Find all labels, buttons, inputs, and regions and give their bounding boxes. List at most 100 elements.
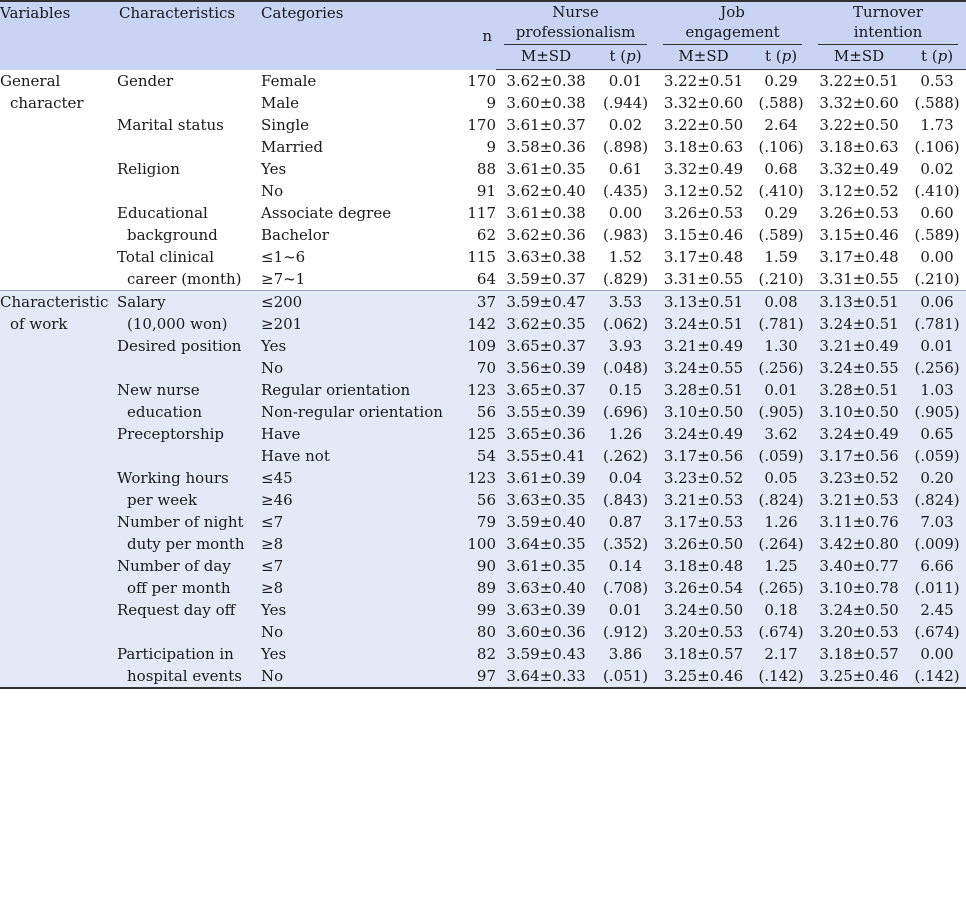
cell-line: background: [127, 226, 218, 244]
cell-line: 0.02: [920, 160, 954, 178]
cell-line: 3.62±0.35: [506, 315, 586, 333]
cell-line: 3.22±0.51: [663, 72, 744, 90]
je-msd-cell: 3.22±0.51 3.32±0.60: [655, 69, 753, 114]
n-cell: 90 89: [451, 555, 496, 599]
cell-line: Request day off: [117, 601, 236, 619]
subheader-t: t (: [609, 47, 627, 65]
ti-msd-cell: 3.17±0.48 3.31±0.55: [810, 246, 909, 291]
cell-line: 3.32±0.60: [663, 94, 744, 112]
cell-line: 1.25: [764, 557, 798, 575]
cell-line: 64: [476, 270, 496, 288]
subheader-msd: M±SD: [655, 45, 753, 70]
cell-line: 3.18±0.57: [663, 645, 744, 663]
characteristic-cell: Total clinical career (month): [117, 246, 261, 291]
ti-tp-cell: 7.03 (.009): [908, 511, 966, 555]
table-row: Participation in hospital events Yes No 82 97…: [0, 643, 966, 689]
cell-line: 3.62±0.36: [506, 226, 586, 244]
np-msd-cell: 3.59±0.40 3.64±0.35: [496, 511, 596, 555]
cell-line: ≤200: [261, 293, 303, 311]
cell-line: 3.63±0.39: [506, 601, 586, 619]
characteristic-cell: Number of night duty per month: [117, 511, 261, 555]
cell-line: ≥201: [261, 315, 303, 333]
cell-line: 3.24±0.50: [819, 601, 899, 619]
variable-cell: [0, 599, 117, 643]
cell-line: 0.53: [920, 72, 954, 90]
cell-line: (.062): [602, 315, 649, 333]
header-group-line1: Job: [720, 3, 745, 21]
header-group-turnover-intention: Turnover intention: [810, 0, 966, 45]
ti-msd-cell: 3.21±0.49 3.24±0.55: [810, 335, 909, 379]
cell-line: 3.62±0.38: [506, 72, 586, 90]
cell-line: 3.10±0.78: [819, 579, 899, 597]
cell-line: 80: [476, 623, 496, 641]
subheader-t-p: t (p): [752, 45, 811, 70]
ti-msd-cell: 3.23±0.52 3.21±0.53: [810, 467, 909, 511]
ti-msd-cell: 3.24±0.50 3.20±0.53: [810, 599, 909, 643]
subheader-p: p: [937, 47, 948, 65]
cell-line: 3.12±0.52: [819, 182, 899, 200]
category-cell: ≤200 ≥201: [261, 290, 451, 335]
cell-line: 1.52: [608, 248, 643, 266]
ti-msd-cell: 3.28±0.51 3.10±0.50: [810, 379, 909, 423]
cell-line: 0.01: [920, 337, 954, 355]
cell-line: 3.32±0.49: [663, 160, 744, 178]
cell-line: 3.12±0.52: [663, 182, 744, 200]
cell-line: (.051): [602, 667, 649, 685]
np-msd-cell: 3.63±0.38 3.59±0.37: [496, 246, 596, 291]
table-row: New nurse education Regular orientation Non…: [0, 379, 966, 423]
cell-line: ≤7: [261, 557, 284, 575]
je-tp-cell: 0.01 (.905): [752, 379, 811, 423]
ti-tp-cell: 6.66 (.011): [908, 555, 966, 599]
cell-line: per week: [127, 491, 198, 509]
cell-line: (.781): [914, 315, 960, 333]
cell-line: (.589): [914, 226, 960, 244]
cell-line: 70: [476, 359, 496, 377]
cell-line: Non-regular orientation: [261, 403, 443, 421]
cell-line: 3.32±0.60: [819, 94, 899, 112]
ti-msd-cell: 3.22±0.50 3.18±0.63: [810, 114, 909, 158]
cell-line: (.898): [602, 138, 649, 156]
cell-line: (10,000 won): [127, 315, 228, 333]
cell-line: 3.61±0.38: [506, 204, 586, 222]
ti-tp-cell: 0.00 (.142): [908, 643, 966, 689]
cell-line: 0.00: [608, 204, 643, 222]
cell-line: 0.04: [608, 469, 643, 487]
je-tp-cell: 0.05 (.824): [752, 467, 811, 511]
cell-line: 3.26±0.50: [663, 535, 744, 553]
cell-line: 1.26: [608, 425, 643, 443]
je-tp-cell: 2.64 (.106): [752, 114, 811, 158]
cell-line: 97: [476, 667, 496, 685]
header-group-nurse-professionalism: Nurse professionalism: [496, 0, 656, 45]
cell-line: 0.00: [920, 248, 954, 266]
cell-line: Preceptorship: [117, 425, 225, 443]
cell-line: (.210): [758, 270, 804, 288]
cell-line: No: [261, 182, 284, 200]
je-msd-cell: 3.32±0.49 3.12±0.52: [655, 158, 753, 202]
cell-line: (.410): [914, 182, 960, 200]
cell-line: 90: [476, 557, 496, 575]
cell-line: 2.17: [764, 645, 798, 663]
n-cell: 115 64: [451, 246, 496, 291]
cell-line: Salary: [117, 293, 166, 311]
cell-line: 1.03: [920, 381, 954, 399]
cell-line: 1.59: [764, 248, 798, 266]
cell-line: 3.59±0.37: [506, 270, 586, 288]
cell-line: (.106): [758, 138, 804, 156]
cell-line: Have: [261, 425, 301, 443]
cell-line: 3.32±0.49: [819, 160, 899, 178]
cell-line: (.256): [758, 359, 804, 377]
cell-line: (.824): [914, 491, 960, 509]
cell-line: (.410): [758, 182, 804, 200]
cell-line: 0.61: [608, 160, 643, 178]
ti-tp-cell: 0.65 (.059): [908, 423, 966, 467]
cell-line: Bachelor: [261, 226, 329, 244]
cell-line: 3.59±0.47: [506, 293, 586, 311]
np-tp-cell: 0.14 (.708): [596, 555, 656, 599]
category-cell: ≤45 ≥46: [261, 467, 451, 511]
cell-line: No: [261, 623, 284, 641]
cell-line: 3.23±0.52: [819, 469, 899, 487]
n-cell: 125 54: [451, 423, 496, 467]
ti-msd-cell: 3.32±0.49 3.12±0.52: [810, 158, 909, 202]
cell-line: (.674): [914, 623, 960, 641]
cell-line: 3.10±0.50: [663, 403, 744, 421]
